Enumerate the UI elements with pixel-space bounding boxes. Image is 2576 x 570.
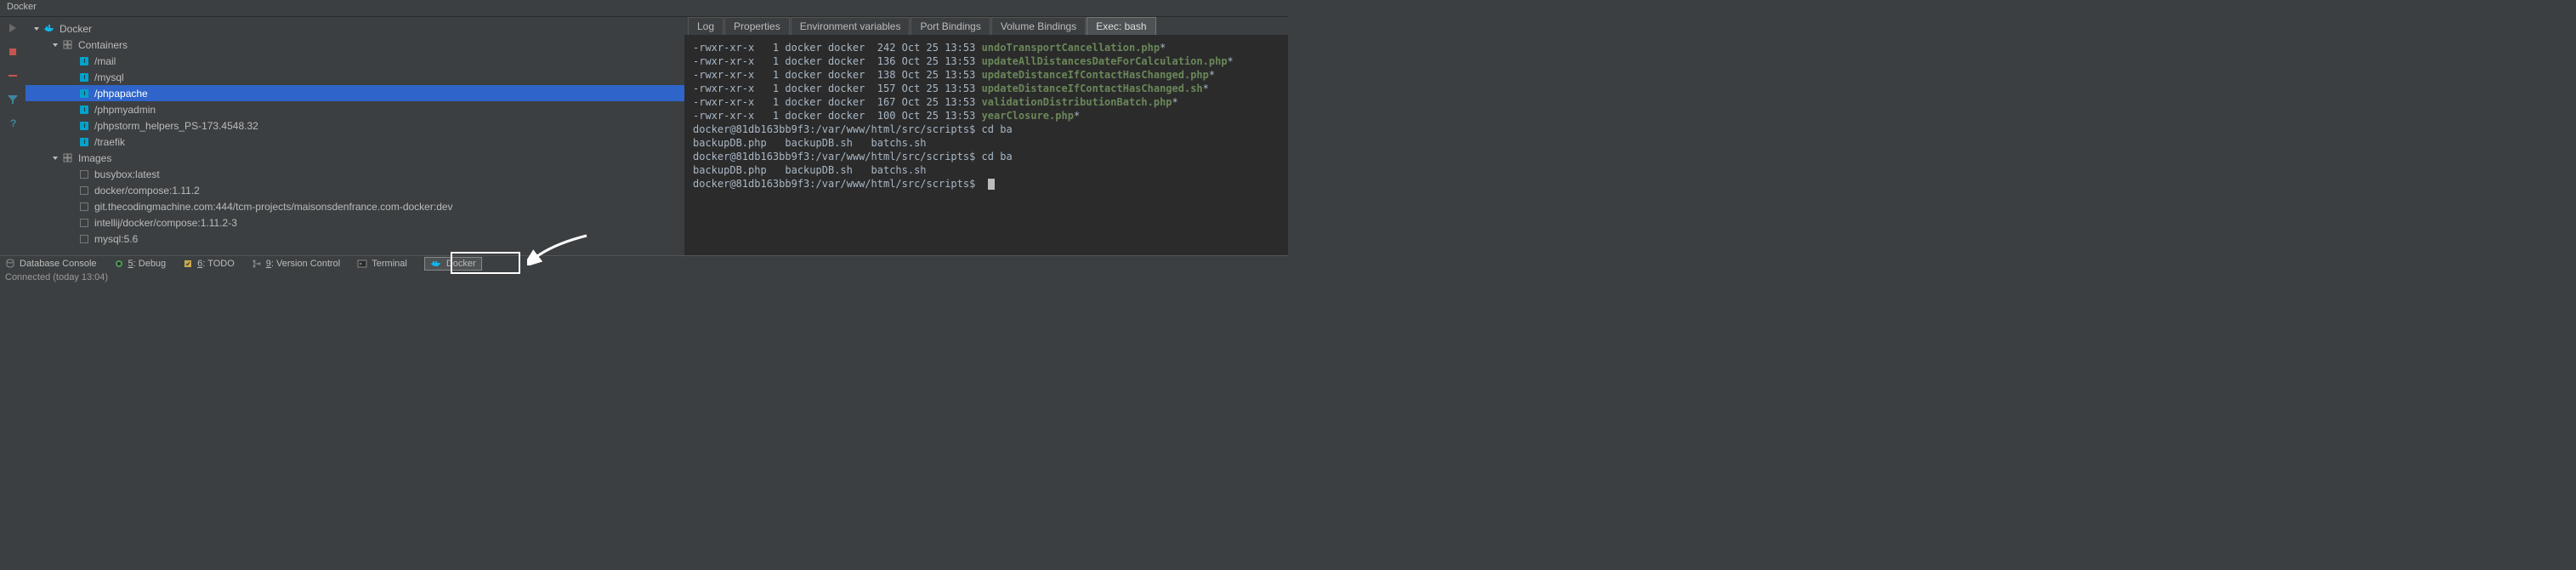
container-item[interactable]: /mail xyxy=(26,53,684,69)
container-icon xyxy=(78,88,90,100)
debug-button[interactable]: 5: Debug xyxy=(114,259,167,269)
terminal-line: -rwxr-xr-x 1 docker docker 138 Oct 25 13… xyxy=(693,68,1279,82)
tree-containers[interactable]: Containers xyxy=(26,37,684,53)
tool-window-bar: Database Console 5: Debug 6: TODO 9: Ver… xyxy=(0,255,1288,271)
terminal-line: backupDB.php backupDB.sh batchs.sh xyxy=(693,163,1279,177)
tree-label: /traefik xyxy=(94,136,125,148)
container-item[interactable]: /phpstorm_helpers_PS-173.4548.32 xyxy=(26,117,684,134)
image-item[interactable]: git.thecodingmachine.com:444/tcm-project… xyxy=(26,198,684,214)
image-icon xyxy=(78,185,90,197)
container-item[interactable]: /mysql xyxy=(26,69,684,85)
docker-whale-icon xyxy=(430,259,442,269)
image-item[interactable]: docker/compose:1.11.2 xyxy=(26,182,684,198)
terminal-line: backupDB.php backupDB.sh batchs.sh xyxy=(693,136,1279,150)
container-icon xyxy=(78,71,90,83)
connection-status: Connected (today 13:04) xyxy=(5,272,108,282)
image-icon xyxy=(78,201,90,213)
run-icon[interactable] xyxy=(7,22,19,34)
terminal-line: -rwxr-xr-x 1 docker docker 100 Oct 25 13… xyxy=(693,109,1279,123)
image-item[interactable]: busybox:latest xyxy=(26,166,684,182)
tree-label: mysql:5.6 xyxy=(94,233,138,245)
tool-window-title: Docker xyxy=(0,0,1288,17)
docker-tree[interactable]: Docker Containers /mail/mysql/phpapache /… xyxy=(26,17,684,255)
terminal-line: -rwxr-xr-x 1 docker docker 242 Oct 25 13… xyxy=(693,41,1279,54)
left-toolbar: ? xyxy=(0,17,26,255)
detail-panel: LogPropertiesEnvironment variablesPort B… xyxy=(684,17,1288,255)
main-area: ? Docker Containers /mail/mysql/phpapach… xyxy=(0,17,1288,255)
chevron-down-icon[interactable] xyxy=(51,154,60,162)
detail-tabs: LogPropertiesEnvironment variablesPort B… xyxy=(684,17,1288,36)
tree-label: /phpmyadmin xyxy=(94,104,156,116)
image-item[interactable]: mysql:5.6 xyxy=(26,231,684,247)
tree-label: /phpapache xyxy=(94,88,148,100)
tree-label: Images xyxy=(78,152,111,164)
tab-volume-bindings[interactable]: Volume Bindings xyxy=(991,17,1086,35)
terminal-prompt-line: docker@81db163bb9f3:/var/www/html/src/sc… xyxy=(693,123,1279,136)
terminal-line: -rwxr-xr-x 1 docker docker 157 Oct 25 13… xyxy=(693,82,1279,95)
tree-label: /mysql xyxy=(94,71,124,83)
tree-label: git.thecodingmachine.com:444/tcm-project… xyxy=(94,201,453,213)
terminal-line: -rwxr-xr-x 1 docker docker 136 Oct 25 13… xyxy=(693,54,1279,68)
stop-icon[interactable] xyxy=(7,46,19,58)
svg-text:?: ? xyxy=(10,117,16,129)
tree-label: docker/compose:1.11.2 xyxy=(94,185,200,197)
terminal-prompt-line: docker@81db163bb9f3:/var/www/html/src/sc… xyxy=(693,150,1279,163)
container-icon xyxy=(78,104,90,116)
container-icon xyxy=(78,136,90,148)
tree-images[interactable]: Images xyxy=(26,150,684,166)
status-bar: Connected (today 13:04) xyxy=(0,271,1288,284)
tree-label: /phpstorm_helpers_PS-173.4548.32 xyxy=(94,120,258,132)
minus-icon[interactable] xyxy=(7,70,19,82)
bug-icon xyxy=(114,259,124,269)
chevron-down-icon[interactable] xyxy=(32,25,41,33)
container-item[interactable]: /traefik xyxy=(26,134,684,150)
terminal-button[interactable]: Terminal xyxy=(357,259,407,269)
tree-label: Docker xyxy=(60,23,92,35)
terminal-prompt-line: docker@81db163bb9f3:/var/www/html/src/sc… xyxy=(693,177,1279,191)
docker-whale-icon xyxy=(43,23,55,35)
image-icon xyxy=(78,168,90,180)
images-icon xyxy=(62,152,74,164)
docker-button[interactable]: Docker xyxy=(424,257,482,271)
terminal-output[interactable]: -rwxr-xr-x 1 docker docker 242 Oct 25 13… xyxy=(684,36,1288,255)
version-control-button[interactable]: 9: Version Control xyxy=(252,259,340,269)
todo-button[interactable]: 6: TODO xyxy=(183,259,235,269)
containers-icon xyxy=(62,39,74,51)
tab-environment-variables[interactable]: Environment variables xyxy=(791,17,911,35)
terminal-cursor xyxy=(988,179,995,190)
image-icon xyxy=(78,217,90,229)
tree-label: intellij/docker/compose:1.11.2-3 xyxy=(94,217,237,229)
help-icon[interactable]: ? xyxy=(7,117,19,129)
tab-log[interactable]: Log xyxy=(688,17,723,35)
tree-label: Containers xyxy=(78,39,128,51)
title-text: Docker xyxy=(7,2,37,12)
chevron-down-icon[interactable] xyxy=(51,41,60,49)
vcs-icon xyxy=(252,259,262,269)
filter-icon[interactable] xyxy=(7,94,19,105)
container-icon xyxy=(78,120,90,132)
container-item[interactable]: /phpmyadmin xyxy=(26,101,684,117)
terminal-line: -rwxr-xr-x 1 docker docker 167 Oct 25 13… xyxy=(693,95,1279,109)
image-item[interactable]: intellij/docker/compose:1.11.2-3 xyxy=(26,214,684,231)
todo-icon xyxy=(183,259,193,269)
tab-exec-bash[interactable]: Exec: bash xyxy=(1087,17,1155,35)
tree-label: busybox:latest xyxy=(94,168,160,180)
tab-properties[interactable]: Properties xyxy=(724,17,790,35)
tree-label: /mail xyxy=(94,55,116,67)
container-icon xyxy=(78,55,90,67)
terminal-icon xyxy=(357,259,367,269)
tab-port-bindings[interactable]: Port Bindings xyxy=(911,17,990,35)
container-item[interactable]: /phpapache xyxy=(26,85,684,101)
image-icon xyxy=(78,233,90,245)
database-console-button[interactable]: Database Console xyxy=(5,259,97,269)
db-icon xyxy=(5,259,15,269)
tree-root-docker[interactable]: Docker xyxy=(26,20,684,37)
